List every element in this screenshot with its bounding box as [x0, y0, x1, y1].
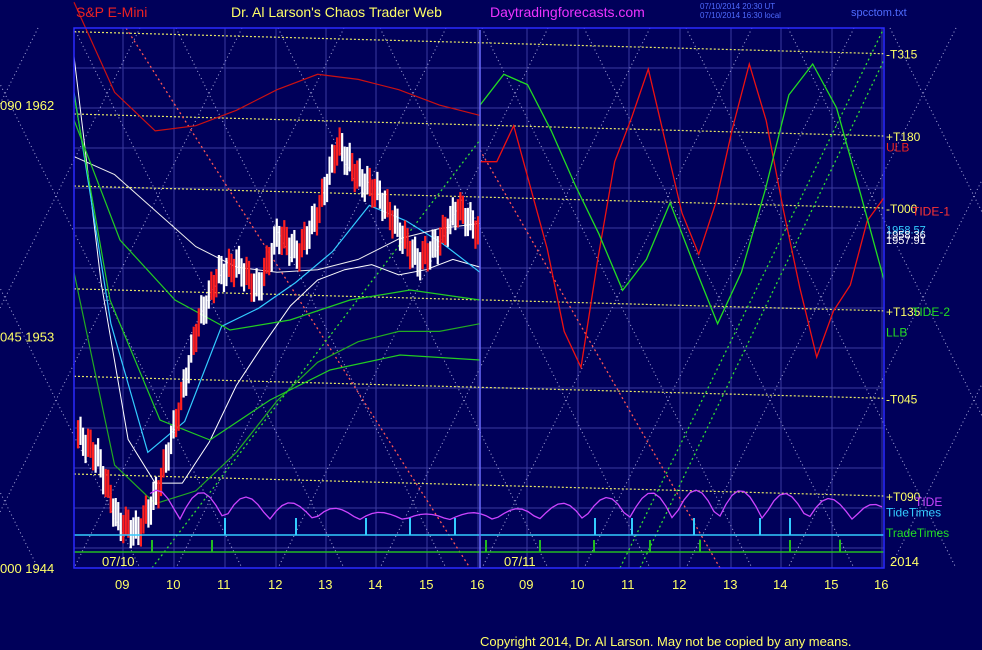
x-tick-label: 14 — [368, 577, 382, 592]
chaos-trader-chart: S&P E-Mini Dr. Al Larson's Chaos Trader … — [0, 0, 982, 650]
x-tick-label: 15 — [824, 577, 838, 592]
date-label: 07/11 — [504, 554, 536, 569]
right-label: -T045 — [886, 392, 918, 406]
x-tick-label: 13 — [318, 577, 332, 592]
date-label: 2014 — [890, 554, 919, 569]
timestamp-local: 07/10/2014 16:30 local — [700, 11, 781, 20]
y-tick-label: 045 1953 — [0, 330, 54, 345]
right-label: -T315 — [886, 48, 918, 62]
timestamp-ut: 07/10/2014 20:30 UT — [700, 2, 775, 11]
x-tick-label: 10 — [570, 577, 584, 592]
y-tick-label: 000 1944 — [0, 561, 54, 576]
x-tick-label: 16 — [470, 577, 484, 592]
right-label: LLB — [886, 325, 907, 339]
copyright-footer: Copyright 2014, Dr. Al Larson. May not b… — [480, 634, 851, 649]
symbol-title: S&P E-Mini — [76, 4, 147, 20]
site-link[interactable]: Daytradingforecasts.com — [490, 4, 645, 20]
right-label: 1957.91 — [886, 235, 926, 247]
x-tick-label: 11 — [217, 577, 231, 592]
right-label: TradeTimes — [886, 526, 949, 540]
x-tick-label: 16 — [874, 577, 888, 592]
right-label: TIDE-1 — [912, 205, 950, 219]
x-tick-label: 13 — [723, 577, 737, 592]
right-label: ULB — [886, 140, 909, 154]
x-tick-label: 09 — [519, 577, 533, 592]
y-tick-label: 090 1962 — [0, 98, 54, 113]
right-label: TideTimes — [886, 505, 941, 519]
x-tick-label: 12 — [268, 577, 282, 592]
x-tick-label: 12 — [672, 577, 686, 592]
data-filename: spcctom.txt — [851, 7, 907, 19]
x-tick-label: 09 — [115, 577, 129, 592]
x-tick-label: 10 — [166, 577, 180, 592]
brand-title: Dr. Al Larson's Chaos Trader Web — [231, 4, 442, 20]
x-tick-label: 11 — [621, 577, 635, 592]
x-tick-label: 14 — [773, 577, 787, 592]
right-label: TIDE-2 — [912, 305, 950, 319]
x-tick-label: 15 — [419, 577, 433, 592]
date-label: 07/10 — [102, 554, 135, 569]
